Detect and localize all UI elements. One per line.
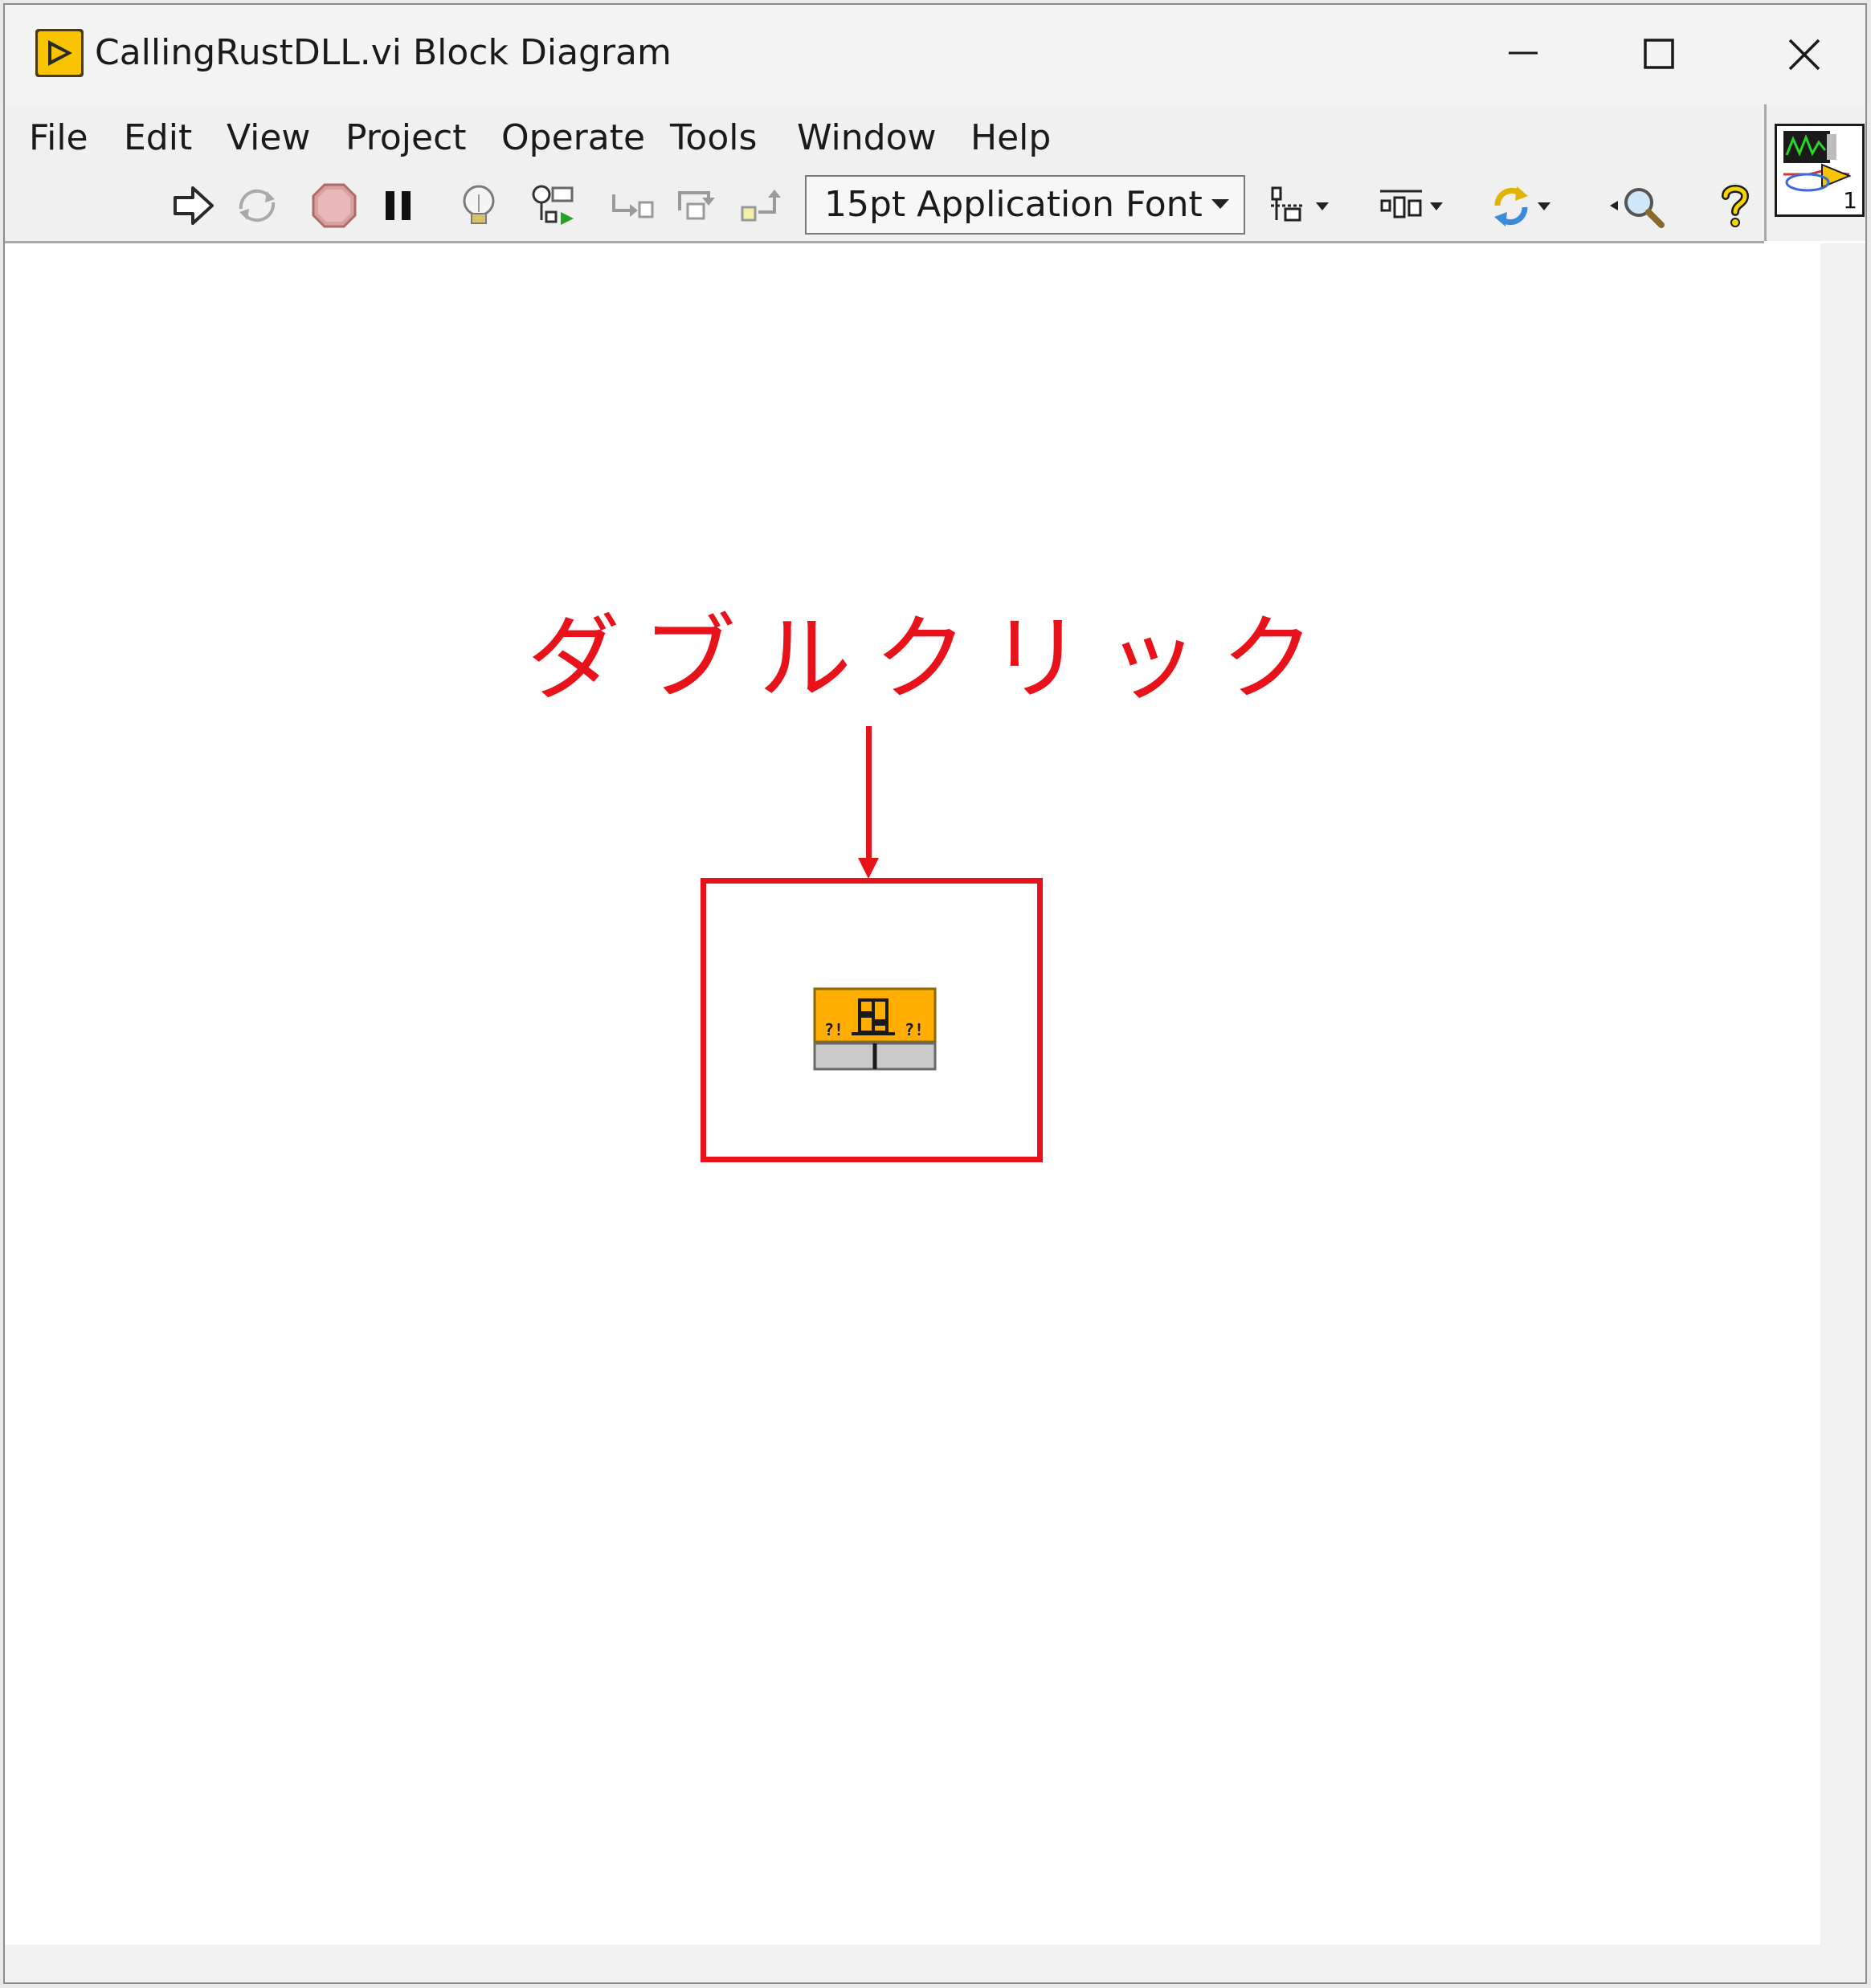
step-into-button[interactable] (606, 180, 657, 231)
retain-wire-values-icon (532, 185, 574, 225)
step-out-icon (741, 190, 781, 222)
vi-icon[interactable]: 1 (1775, 124, 1865, 217)
annotation-arrow (866, 726, 872, 859)
close-icon (1788, 39, 1820, 71)
maximize-button[interactable] (1620, 22, 1700, 87)
block-diagram-window: CallingRustDLL.vi Block Diagram File Edi… (3, 3, 1867, 1984)
step-out-button[interactable] (736, 180, 787, 231)
window-title: CallingRustDLL.vi Block Diagram (95, 32, 672, 73)
svg-text:?!: ?! (905, 1020, 924, 1039)
pause-button[interactable] (374, 180, 426, 231)
distribute-objects-icon (1380, 190, 1443, 218)
horizontal-scrollbar[interactable] (5, 1945, 1820, 1982)
font-select-value: 15pt Application Font (824, 184, 1203, 225)
menu-view[interactable]: View (222, 114, 315, 162)
menu-file[interactable]: File (24, 114, 93, 162)
retain-wire-values-button[interactable] (529, 180, 580, 231)
highlight-execution-button[interactable] (453, 180, 505, 231)
help-button[interactable] (1710, 180, 1761, 231)
search-button[interactable] (1607, 180, 1679, 231)
annotation-double-click-label: ダブルクリック (527, 605, 1337, 713)
title-bar[interactable]: CallingRustDLL.vi Block Diagram (5, 5, 1865, 104)
step-over-button[interactable] (672, 180, 723, 231)
close-button[interactable] (1764, 22, 1844, 87)
minimize-button[interactable] (1483, 22, 1563, 87)
call-library-function-icon: ?! ?! (813, 987, 937, 1071)
run-arrow-icon (174, 186, 214, 225)
menu-bar: File Edit View Project Operate Tools Win… (5, 104, 1764, 170)
call-library-function-node[interactable]: ?! ?! (813, 987, 937, 1072)
menu-project[interactable]: Project (341, 114, 472, 162)
chevron-down-icon (1211, 199, 1229, 209)
menu-operate[interactable]: Operate (496, 114, 650, 162)
search-icon (1610, 188, 1665, 228)
distribute-objects-button[interactable] (1375, 180, 1452, 231)
reorder-icon (1494, 186, 1550, 227)
resize-grip-icon[interactable] (1820, 1945, 1865, 1982)
menu-edit[interactable]: Edit (119, 114, 197, 162)
step-into-icon (612, 194, 654, 218)
help-icon (1722, 185, 1750, 227)
toolbar: 15pt Application Font (5, 170, 1764, 243)
abort-icon (312, 183, 357, 228)
menu-tools[interactable]: Tools (665, 114, 762, 162)
vertical-scrollbar[interactable] (1820, 243, 1865, 1945)
maximize-icon (1644, 39, 1674, 69)
pause-icon (386, 191, 411, 220)
font-select[interactable]: 15pt Application Font (805, 175, 1245, 235)
run-continuously-icon (239, 189, 276, 222)
run-button[interactable] (167, 180, 219, 231)
annotation-arrow-head (858, 858, 879, 879)
vi-icon-label: 1 (1843, 187, 1857, 214)
align-objects-icon (1271, 186, 1329, 222)
menu-window[interactable]: Window (792, 114, 942, 162)
minimize-icon (1509, 51, 1538, 55)
reorder-button[interactable] (1488, 180, 1565, 231)
menu-help[interactable]: Help (966, 114, 1056, 162)
align-objects-button[interactable] (1266, 180, 1343, 231)
run-continuously-button[interactable] (231, 180, 283, 231)
abort-button[interactable] (308, 180, 360, 231)
labview-app-icon (35, 29, 84, 77)
step-over-icon (678, 191, 715, 220)
vi-icon-panel: 1 (1764, 104, 1865, 241)
highlight-execution-icon (463, 185, 495, 224)
svg-text:?!: ?! (824, 1020, 844, 1039)
